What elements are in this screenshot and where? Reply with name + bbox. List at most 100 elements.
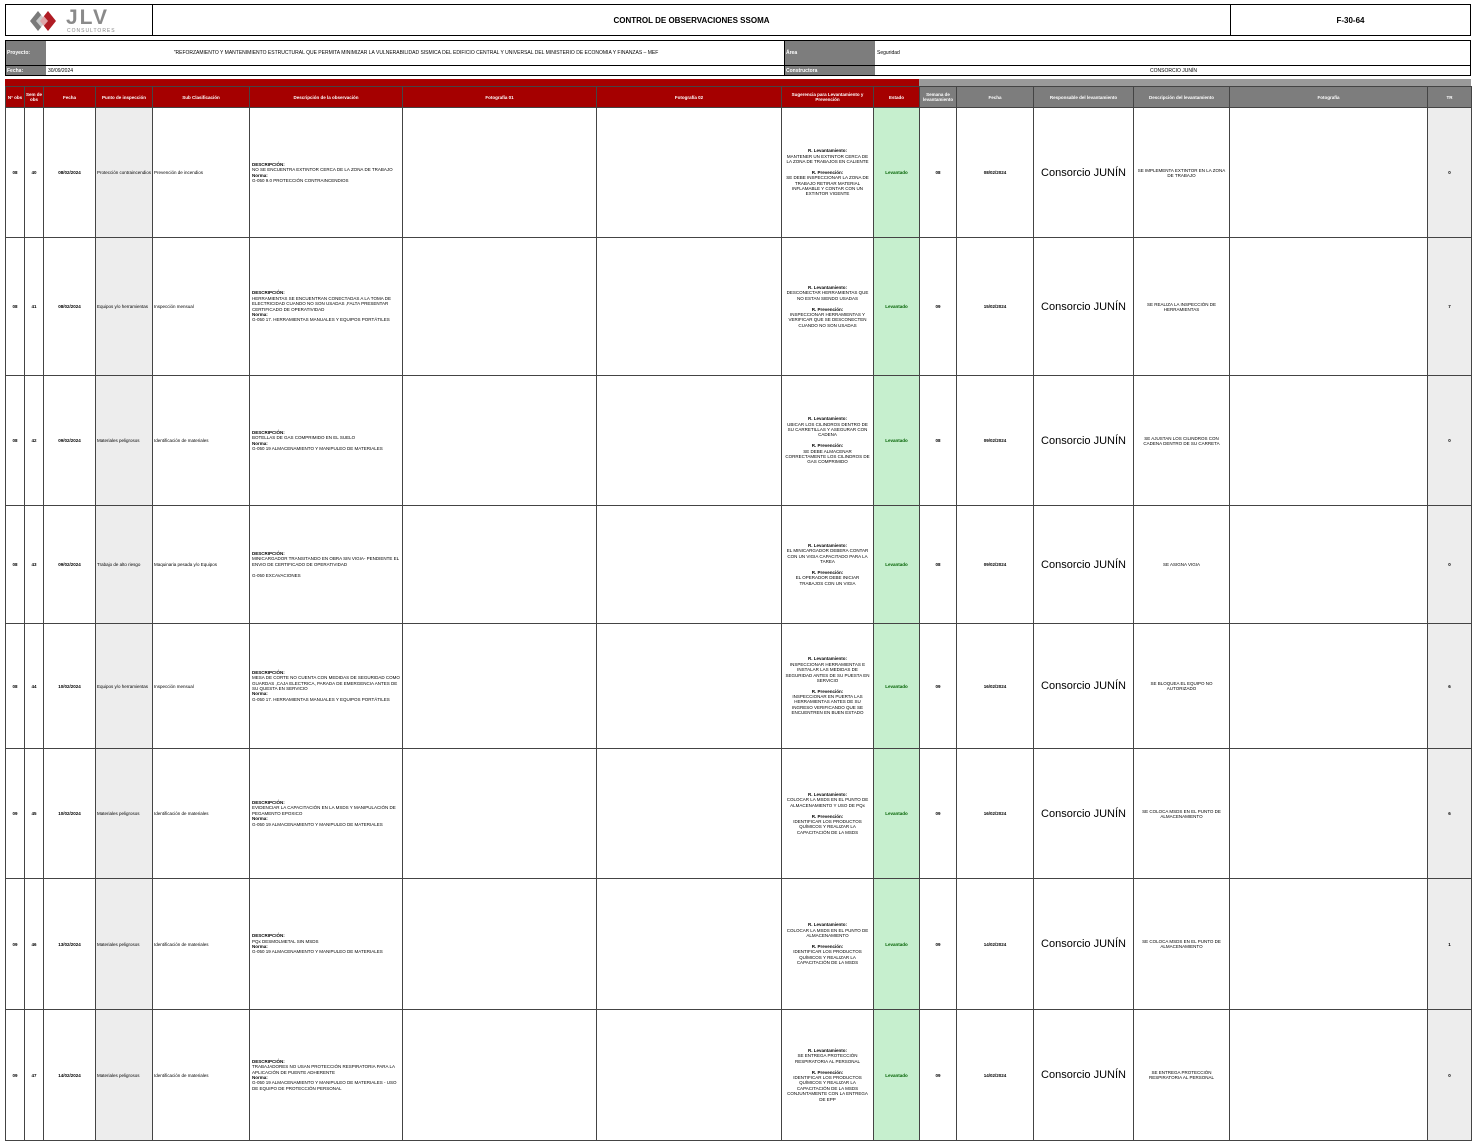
cell-nobs: 08 xyxy=(5,375,25,506)
cell-desc-lev: SE AJUSTAN LOS CILINDROS CON CADENA DENT… xyxy=(1133,375,1230,506)
cell-fotografia xyxy=(1229,748,1428,879)
cell-fotografia xyxy=(1229,623,1428,749)
prev-head: R. Prevención: xyxy=(811,1069,844,1075)
cell-semlev: 09 xyxy=(919,1009,957,1141)
cell-fecha: 10/02/2024 xyxy=(43,623,96,749)
cell-sugerencia: R. Levantamiento: SE ENTREGA PROTECCIÓN R… xyxy=(781,1009,874,1141)
prev-body: SE DEBE ALMACENAR CORRECTAMENTE LOS CILI… xyxy=(785,448,870,465)
cell-foto1 xyxy=(402,375,597,506)
desc-head: DESCRIPCIÓN: xyxy=(252,933,285,939)
prev-head: R. Prevención: xyxy=(811,944,844,949)
cell-punto: Protección contraincendios xyxy=(95,107,153,238)
cell-fotografia xyxy=(1229,505,1428,624)
cell-fecha: 09/02/2024 xyxy=(43,375,96,506)
cell-foto1 xyxy=(402,505,597,624)
cell-fotografia xyxy=(1229,375,1428,506)
cell-sugerencia: R. Levantamiento: COLOCAR LA MSDS EN EL P… xyxy=(781,878,874,1010)
cell-responsable: Consorcio JUNÍN xyxy=(1033,107,1134,238)
desc-body: TRABAJADORES NO USAN PROTECCIÓN RESPIRAT… xyxy=(252,1064,395,1075)
cell-desc-lev: SE COLOCA MSDS EN EL PUNTO DE ALMACENAMI… xyxy=(1133,878,1230,1010)
col-responsable: Responsable del levantamiento xyxy=(1033,86,1134,108)
prev-body: IDENTIFICAR LOS PRODUCTOS QUÍMICOS Y REA… xyxy=(787,1075,868,1102)
cell-descripcion: DESCRIPCIÓN: MINICARGADOR TRANSITANDO EN … xyxy=(249,505,403,624)
lev-head: R. Levantamiento: xyxy=(807,284,847,290)
cell-fecha-lev: 14/02/2024 xyxy=(956,878,1034,1010)
cell-punto: Materiales peligrosos xyxy=(95,878,153,1010)
proyecto-value: "REFORZAMIENTO Y MANTENIMIENTO ESTRUCTUR… xyxy=(46,41,785,65)
fecha-label: Fecha: xyxy=(6,66,46,75)
cell-sem: 41 xyxy=(24,237,44,376)
cell-responsable: Consorcio JUNÍN xyxy=(1033,237,1134,376)
cell-desc-lev: SE IMPLEMENTA EXTINTOR EN LA ZONA DE TRA… xyxy=(1133,107,1230,238)
cell-punto: Trabajo de alto riesgo xyxy=(95,505,153,624)
status-badge: Levantado xyxy=(873,1009,920,1141)
logo-subtext: CONSULTORES xyxy=(67,28,116,34)
desc-body: MINICARGADOR TRANSITANDO EN OBRA SIN VIG… xyxy=(252,556,399,567)
col-desc-lev: Descripción del levantamiento xyxy=(1133,86,1230,108)
norma-head: Norma: xyxy=(252,944,268,949)
cell-desc-lev: SE COLOCA MSDS EN EL PUNTO DE ALMACENAMI… xyxy=(1133,748,1230,879)
norma-body: G-050 19 ALMACENAMIENTO Y MANIPULEO DE M… xyxy=(252,949,383,955)
cell-responsable: Consorcio JUNÍN xyxy=(1033,878,1134,1010)
prev-body: EL OPERADOR DEBE INICIAR TRABAJOS CON UN… xyxy=(795,575,860,586)
prev-head: R. Prevención: xyxy=(811,569,844,575)
col-tr: TR xyxy=(1427,86,1472,108)
col-fotografia: Fotografía xyxy=(1229,86,1428,108)
table-row: 08 43 09/02/2024 Trabajo de alto riesgo Maqu… xyxy=(5,505,1472,624)
cell-fecha: 14/02/2024 xyxy=(43,1009,96,1141)
cell-fecha-lev: 09/02/2024 xyxy=(956,505,1034,624)
table-row: 08 41 08/02/2024 Equipos y/o herramientas In… xyxy=(5,237,1472,376)
cell-semlev: 09 xyxy=(919,748,957,879)
col-sugerencia: Sugerencia para Levantamiento y Prevenci… xyxy=(781,86,874,108)
desc-body: NO SE ENCUENTRA EXTINTOR CERCA DE LA ZON… xyxy=(252,167,393,173)
cell-tr: 1 xyxy=(1427,878,1472,1010)
table-row: 09 45 10/02/2024 Materiales peligrosos Ident… xyxy=(5,748,1472,879)
cell-fecha-lev: 09/02/2024 xyxy=(956,375,1034,506)
prev-body: INSPECCIONAR EN PUERTA LAS HERRAMIENTAS … xyxy=(791,694,864,716)
document-title: CONTROL DE OBSERVACIONES SSOMA xyxy=(153,5,1231,35)
project-info: Proyecto: "REFORZAMIENTO Y MANTENIMIENTO… xyxy=(5,40,1471,76)
cell-responsable: Consorcio JUNÍN xyxy=(1033,1009,1134,1141)
desc-head: DESCRIPCIÓN: xyxy=(252,551,285,557)
col-estado: Estado xyxy=(873,86,920,108)
cell-sem: 46 xyxy=(24,878,44,1010)
lev-head: R. Levantamiento: xyxy=(807,148,847,154)
cell-subclas: Identificación de materiales xyxy=(152,375,250,506)
constructora-value: CONSORCIO JUNÍN xyxy=(1150,67,1197,74)
cell-desc-lev: SE ENTREGA PROTECCIÓN RESPIRATORIA AL PE… xyxy=(1133,1009,1230,1141)
document-code: F-30-64 xyxy=(1336,15,1365,25)
prev-body: IDENTIFICAR LOS PRODUCTOS QUÍMICOS Y REA… xyxy=(793,949,862,966)
cell-fotografia xyxy=(1229,1009,1428,1141)
table-row: 09 46 13/02/2024 Materiales peligrosos Ident… xyxy=(5,878,1472,1010)
cell-subclas: Maquinaria pesada y/o Equipos xyxy=(152,505,250,624)
cell-sugerencia: R. Levantamiento: DESCONECTAR HERRAMIENTA… xyxy=(781,237,874,376)
cell-tr: 0 xyxy=(1427,1009,1472,1141)
lev-body: SE ENTREGA PROTECCIÓN RESPIRATORIA AL PE… xyxy=(795,1053,860,1064)
cell-tr: 7 xyxy=(1427,237,1472,376)
col-descripcion: Descripción de la observación xyxy=(249,86,403,108)
norma-head: Norma: xyxy=(252,1075,268,1080)
table-row: 08 40 08/02/2024 Protección contraincendios… xyxy=(5,107,1472,238)
norma-body: G-050 9.0 PROTECCIÓN CONTRAINCENDIOS xyxy=(252,177,349,183)
cell-semlev: 08 xyxy=(919,107,957,238)
desc-body: BOTELLAS DE GAS COMPRIMIDO EN EL SUELO xyxy=(252,435,356,441)
cell-desc-lev: SE REALIZA LA INSPECCIÓN DE HERRAMIENTAS xyxy=(1133,237,1230,376)
cell-nobs: 08 xyxy=(5,107,25,238)
cell-foto1 xyxy=(402,1009,597,1141)
cell-responsable: Consorcio JUNÍN xyxy=(1033,375,1134,506)
desc-head: DESCRIPCIÓN: xyxy=(252,290,285,296)
lev-body: COLOCAR LA MSDS EN EL PUNTO DE ALMACENAM… xyxy=(786,927,869,939)
cell-fecha-lev: 16/02/2024 xyxy=(956,623,1034,749)
cell-semlev: 09 xyxy=(919,623,957,749)
norma-body: G-050 19 ALMACENAMIENTO Y MANIPULEO DE M… xyxy=(252,445,383,451)
cell-foto2 xyxy=(596,505,782,624)
cell-responsable: Consorcio JUNÍN xyxy=(1033,748,1134,879)
lev-head: R. Levantamiento: xyxy=(807,922,847,928)
col-semlev: Semana de levantamiento xyxy=(919,86,957,108)
status-badge: Levantado xyxy=(873,623,920,749)
norma-head: Norma: xyxy=(252,691,268,697)
lev-head: R. Levantamiento: xyxy=(807,542,847,548)
col-foto2: Fotografía 02 xyxy=(596,86,782,108)
lev-body: INSPECCIONAR HERRAMIENTAS E INSTALAR LAS… xyxy=(785,661,870,683)
desc-body: PQx DESMOLMETAL SIN MSDS xyxy=(252,938,319,944)
